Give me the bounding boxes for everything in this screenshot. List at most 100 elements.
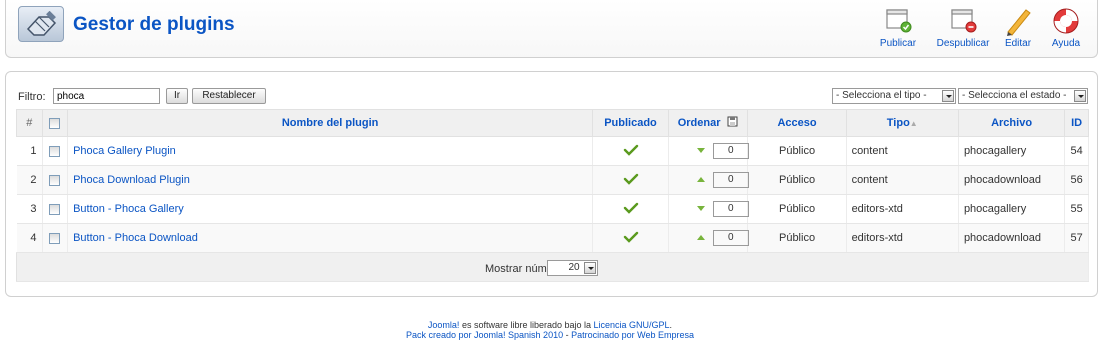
order-cell: 0	[668, 223, 749, 253]
select-all-checkbox[interactable]	[49, 117, 61, 129]
order-input[interactable]: 0	[712, 230, 749, 246]
access-level[interactable]: Público	[747, 136, 847, 166]
plugin-id: 54	[1064, 136, 1089, 166]
plugin-file: phocadownload	[958, 223, 1066, 253]
row-num: 4	[16, 223, 43, 253]
plugin-type: content	[846, 165, 959, 195]
published-cell	[592, 223, 669, 253]
col-header-file[interactable]: Archivo	[957, 109, 1066, 137]
plugin-file: phocagallery	[958, 136, 1066, 166]
col-header-order[interactable]: Ordenar	[667, 109, 749, 137]
edit-label: Editar	[1004, 38, 1032, 49]
move-up-icon[interactable]	[696, 235, 705, 240]
row-checkbox[interactable]	[49, 145, 61, 157]
row-checkbox[interactable]	[49, 174, 61, 186]
row-num: 3	[16, 194, 43, 224]
filter-bar: Filtro: Ir Restablecer - Selecciona el t…	[16, 88, 1088, 106]
edit-icon	[1002, 6, 1034, 36]
move-up-icon[interactable]	[696, 177, 705, 182]
chevron-down-icon	[942, 90, 954, 102]
published-cell	[592, 136, 669, 166]
chevron-down-icon	[584, 262, 596, 274]
table-row: 3 Button - Phoca Gallery 0 Público edito…	[16, 194, 1089, 224]
unpublish-label: Despublicar	[936, 38, 990, 49]
go-button[interactable]: Ir	[166, 88, 188, 104]
state-select[interactable]: - Selecciona el estado -	[958, 88, 1088, 104]
save-order-icon[interactable]	[727, 116, 739, 130]
col-header-type[interactable]: Tipo▲	[845, 109, 959, 137]
joomla-link[interactable]: Joomla!	[428, 320, 460, 330]
publish-icon	[882, 6, 914, 36]
row-select	[42, 136, 69, 166]
order-cell: 0	[668, 136, 749, 166]
plugin-name: Button - Phoca Download	[67, 223, 594, 253]
plugin-name-link[interactable]: Phoca Download Plugin	[73, 174, 190, 186]
page-title: Gestor de plugins	[73, 14, 235, 35]
row-checkbox[interactable]	[49, 232, 61, 244]
published-check-icon[interactable]	[623, 231, 639, 246]
limit-select[interactable]: 20	[547, 260, 598, 276]
col-header-name[interactable]: Nombre del plugin	[67, 109, 594, 137]
published-check-icon[interactable]	[623, 202, 639, 217]
access-level[interactable]: Público	[747, 223, 847, 253]
order-input[interactable]: 0	[712, 143, 749, 159]
plugin-name: Button - Phoca Gallery	[67, 194, 594, 224]
access-level[interactable]: Público	[747, 194, 847, 224]
row-num: 2	[16, 165, 43, 195]
plugin-type: editors-xtd	[846, 194, 959, 224]
move-down-icon[interactable]	[696, 206, 705, 211]
edit-button[interactable]: Editar	[993, 6, 1043, 49]
access-level[interactable]: Público	[747, 165, 847, 195]
pagination-footer: Mostrar núm. 20	[16, 252, 1089, 282]
table-row: 1 Phoca Gallery Plugin 0 Público content…	[16, 136, 1089, 166]
reset-button[interactable]: Restablecer	[192, 88, 266, 104]
publish-label: Publicar	[879, 38, 917, 49]
published-check-icon[interactable]	[623, 173, 639, 188]
plugin-name-link[interactable]: Button - Phoca Download	[73, 232, 198, 244]
footer-sep: -	[563, 330, 572, 340]
row-num: 1	[16, 136, 43, 166]
footer-text: es software libre liberado bajo la	[459, 320, 594, 330]
filter-input[interactable]	[53, 88, 160, 104]
order-cell: 0	[668, 165, 749, 195]
col-header-id[interactable]: ID	[1064, 109, 1089, 137]
row-select	[42, 194, 69, 224]
sponsor-link[interactable]: Patrocinado por Web Empresa	[571, 330, 694, 340]
footer-dot: .	[669, 320, 673, 330]
license-link[interactable]: Licencia GNU/GPL	[594, 320, 670, 330]
publish-button[interactable]: Publicar	[867, 6, 929, 49]
page-footer: Joomla! es software libre liberado bajo …	[0, 320, 1100, 340]
plugin-id: 55	[1064, 194, 1089, 224]
pack-link[interactable]: Pack creado por Joomla! Spanish 2010	[406, 330, 563, 340]
footer-line-2: Pack creado por Joomla! Spanish 2010 - P…	[0, 330, 1100, 340]
unpublish-icon	[947, 6, 979, 36]
order-input[interactable]: 0	[712, 201, 749, 217]
plugin-type: content	[846, 136, 959, 166]
row-checkbox[interactable]	[49, 203, 61, 215]
col-header-num: #	[16, 109, 43, 137]
plugin-name-link[interactable]: Phoca Gallery Plugin	[73, 145, 176, 157]
plugin-name-link[interactable]: Button - Phoca Gallery	[73, 203, 184, 215]
col-header-access[interactable]: Acceso	[747, 109, 847, 137]
plugin-type: editors-xtd	[846, 223, 959, 253]
col-header-published[interactable]: Publicado	[592, 109, 669, 137]
order-input[interactable]: 0	[712, 172, 749, 188]
published-cell	[592, 194, 669, 224]
footer-line-1: Joomla! es software libre liberado bajo …	[0, 320, 1100, 330]
limit-select-value: 20	[568, 262, 580, 273]
type-select[interactable]: - Selecciona el tipo -	[832, 88, 956, 104]
table-row: 2 Phoca Download Plugin 0 Público conten…	[16, 165, 1089, 195]
move-down-icon[interactable]	[696, 148, 705, 153]
order-cell: 0	[668, 194, 749, 224]
help-icon	[1050, 6, 1082, 36]
published-cell	[592, 165, 669, 195]
plugins-table: # Nombre del plugin Publicado Ordenar Ac…	[16, 109, 1089, 282]
help-button[interactable]: Ayuda	[1041, 6, 1091, 49]
plugin-file: phocagallery	[958, 194, 1066, 224]
plugin-id: 56	[1064, 165, 1089, 195]
plugin-name: Phoca Gallery Plugin	[67, 136, 594, 166]
row-select	[42, 223, 69, 253]
toolbar-header: Gestor de plugins Publicar Despublicar E…	[5, 0, 1098, 58]
unpublish-button[interactable]: Despublicar	[932, 6, 994, 49]
published-check-icon[interactable]	[623, 144, 639, 159]
